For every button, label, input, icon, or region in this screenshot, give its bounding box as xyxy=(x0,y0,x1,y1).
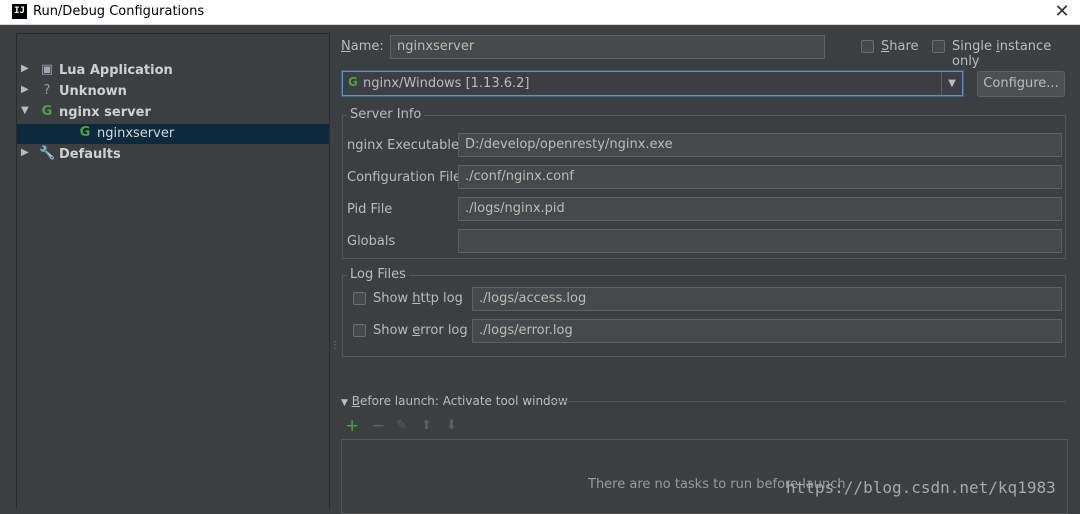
tree-item-label: Lua Application xyxy=(59,63,173,78)
before-launch-header[interactable]: ▼ Before launch: Activate tool window xyxy=(341,394,568,408)
server-info-title: Server Info xyxy=(347,107,425,122)
lua-icon: ▣ xyxy=(40,62,54,77)
collapse-triangle-icon[interactable]: ▼ xyxy=(341,398,348,408)
title-bar: IJ Run/Debug Configurations ✕ xyxy=(0,0,1080,25)
show-error-log-label[interactable]: Show error log xyxy=(373,323,468,338)
tree-item-lua-application[interactable]: ▶ ▣ Lua Application xyxy=(17,61,329,81)
nginx-executable-label: nginx Executable xyxy=(347,138,459,153)
pid-file-label: Pid File xyxy=(347,202,393,217)
tree-item-nginxserver[interactable]: Gnginxserver xyxy=(17,124,329,144)
pid-file-input[interactable]: ./logs/nginx.pid xyxy=(458,197,1062,221)
log-files-title: Log Files xyxy=(347,267,409,282)
question-icon: ? xyxy=(43,83,51,98)
share-checkbox[interactable] xyxy=(861,40,874,53)
tree-item-label: nginx server xyxy=(59,105,151,120)
collapse-arrow-icon[interactable]: ▼ xyxy=(21,105,29,116)
chevron-down-icon[interactable]: ▼ xyxy=(941,72,962,95)
tree-item-nginx-server[interactable]: ▼ Gnginx server xyxy=(17,103,329,123)
nginx-icon: G xyxy=(348,75,358,89)
remove-task-icon: − xyxy=(371,416,386,436)
nginx-executable-input[interactable]: D:/develop/openresty/nginx.exe xyxy=(458,133,1062,157)
tree-item-label: Defaults xyxy=(59,147,121,162)
before-launch-divider xyxy=(550,401,1066,402)
configuration-file-input[interactable]: ./conf/nginx.conf xyxy=(458,165,1062,189)
http-log-path-input[interactable]: ./logs/access.log xyxy=(472,287,1062,311)
expand-arrow-icon[interactable]: ▶ xyxy=(21,147,29,158)
tree-item-label: Unknown xyxy=(59,84,127,99)
nginx-version-select[interactable]: G nginx/Windows [1.13.6.2] ▼ xyxy=(342,71,963,96)
configurations-tree[interactable]: ▶ ▣ Lua Application ▶? Unknown ▼ Gnginx server… xyxy=(16,33,330,509)
tree-item-defaults[interactable]: ▶ 🔧 Defaults xyxy=(17,145,329,165)
splitter-handle[interactable]: ⋮ xyxy=(330,340,340,351)
single-instance-label[interactable]: Single instance only xyxy=(952,39,1080,69)
configuration-file-label: Configuration File xyxy=(347,170,462,185)
name-input[interactable]: nginxserver xyxy=(390,35,825,59)
tree-item-label: nginxserver xyxy=(97,126,175,141)
show-http-log-label[interactable]: Show http log xyxy=(373,291,463,306)
nginx-icon: G xyxy=(79,125,91,140)
single-instance-checkbox[interactable] xyxy=(932,40,945,53)
edit-task-icon: ✎ xyxy=(396,418,407,433)
watermark: https://blog.csdn.net/kq1983 xyxy=(786,478,1056,497)
window-title: Run/Debug Configurations xyxy=(33,4,205,19)
show-error-log-checkbox[interactable] xyxy=(353,324,366,337)
tree-item-unknown[interactable]: ▶? Unknown xyxy=(17,82,329,102)
error-log-path-input[interactable]: ./logs/error.log xyxy=(472,319,1062,343)
wrench-icon: 🔧 xyxy=(39,146,56,161)
intellij-app-icon: IJ xyxy=(12,4,27,19)
expand-arrow-icon[interactable]: ▶ xyxy=(21,63,29,74)
globals-label: Globals xyxy=(347,234,396,249)
nginx-version-value: nginx/Windows [1.13.6.2] xyxy=(363,76,530,91)
nginx-icon: G xyxy=(41,104,53,119)
expand-arrow-icon[interactable]: ▶ xyxy=(21,84,29,95)
show-http-log-checkbox[interactable] xyxy=(353,292,366,305)
move-task-down-icon: ⬇ xyxy=(446,418,457,433)
globals-input[interactable] xyxy=(458,229,1062,253)
add-task-icon[interactable]: + xyxy=(345,416,359,436)
move-task-up-icon: ⬆ xyxy=(421,418,432,433)
configure-button[interactable]: Configure... xyxy=(977,71,1065,97)
name-label: Name: xyxy=(341,39,384,54)
share-label[interactable]: Share xyxy=(881,39,919,54)
close-icon[interactable]: ✕ xyxy=(1052,1,1072,22)
